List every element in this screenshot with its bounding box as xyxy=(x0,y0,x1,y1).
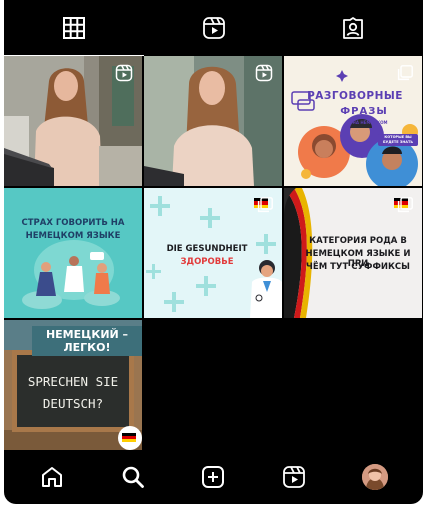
nav-profile[interactable] xyxy=(355,457,395,497)
post-3-small-text: НА НЕМЕЦКОМ xyxy=(352,120,388,125)
post-3-tag: КОТОРЫЕ ВЫ БУДЕТЕ ЗНАТЬ xyxy=(378,134,418,146)
post-thumbnail-4[interactable]: СТРАХ ГОВОРИТЬ НА НЕМЕЦКОМ ЯЗЫКЕ xyxy=(4,188,142,318)
post-thumbnail-6[interactable]: КАТЕГОРИЯ РОДА В НЕМЕЦКОМ ЯЗЫКЕ И ПРИ ЧЁ… xyxy=(284,188,422,318)
bottom-navigation xyxy=(4,450,423,504)
post-thumbnail-5[interactable]: DIE GESUNDHEIT ЗДОРОВЬЕ xyxy=(144,188,282,318)
reel-badge-icon xyxy=(115,64,133,82)
post-thumbnail-3[interactable]: РАЗГОВОРНЫЕ ФРАЗЫ НА НЕМЕЦКОМ КОТОРЫЕ ВЫ… xyxy=(284,56,422,186)
reels-icon xyxy=(202,17,225,39)
tagged-icon xyxy=(343,17,364,39)
tab-tagged[interactable] xyxy=(283,0,423,56)
post-7-chalk-line1: SPRECHEN SIE xyxy=(27,374,119,389)
create-icon xyxy=(202,466,225,488)
post-6-line1: КАТЕГОРИЯ РОДА В xyxy=(309,236,407,246)
nav-search[interactable] xyxy=(113,457,153,497)
post-thumbnail-7[interactable]: НЕМЕЦКИЙ – ЛЕГКО! SPRECHEN SIE DEUTSCH? xyxy=(4,320,142,450)
post-5-line1: DIE GESUNDHEIT xyxy=(166,244,248,254)
search-icon xyxy=(122,466,144,488)
post-6-line3: ЧЁМ ТУТ СУФФИКСЫ xyxy=(306,262,410,272)
reels-icon xyxy=(283,466,305,488)
post-3-title: РАЗГОВОРНЫЕ xyxy=(307,90,403,102)
post-7-banner: НЕМЕЦКИЙ – ЛЕГКО! xyxy=(32,326,142,356)
post-5-line2: ЗДОРОВЬЕ xyxy=(180,257,234,267)
reel-badge-icon xyxy=(255,64,273,82)
post-3-subtitle: ФРАЗЫ xyxy=(340,106,388,117)
people-illustration xyxy=(22,240,120,309)
post-thumbnail-2[interactable] xyxy=(144,56,282,186)
home-icon xyxy=(42,467,63,487)
profile-screen: РАЗГОВОРНЫЕ ФРАЗЫ НА НЕМЕЦКОМ КОТОРЫЕ ВЫ… xyxy=(4,0,423,504)
tab-reels[interactable] xyxy=(144,0,284,56)
multiple-posts-icon xyxy=(397,65,413,81)
nav-create[interactable] xyxy=(193,457,233,497)
german-flag-icon xyxy=(122,433,136,442)
profile-tabs xyxy=(4,0,423,56)
profile-avatar xyxy=(361,464,388,490)
tab-posts[interactable] xyxy=(4,0,144,56)
multiple-posts-icon xyxy=(397,197,413,213)
nav-home[interactable] xyxy=(32,457,72,497)
post-4-line2: НЕМЕЦКОМ ЯЗЫКЕ xyxy=(25,231,121,241)
grid-icon xyxy=(62,17,85,39)
post-7-chalk-line2: DEUTSCH? xyxy=(42,396,104,411)
multiple-posts-icon xyxy=(257,197,273,213)
nav-reels[interactable] xyxy=(274,457,314,497)
post-4-line1: СТРАХ ГОВОРИТЬ НА xyxy=(21,218,125,228)
post-thumbnail-1[interactable] xyxy=(4,56,142,186)
